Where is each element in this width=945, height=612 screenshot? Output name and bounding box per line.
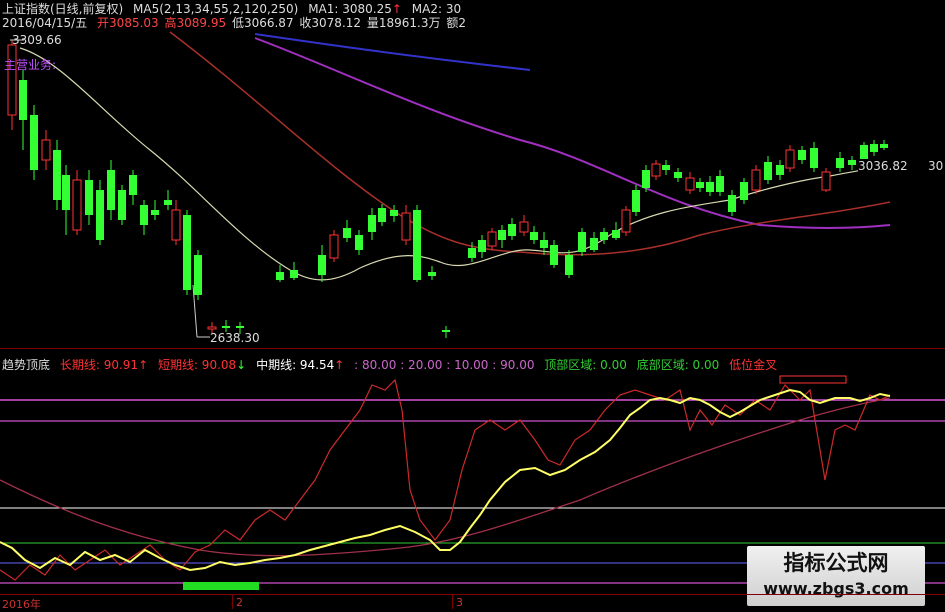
bottom-zone-marker	[183, 582, 259, 590]
candle-body	[880, 144, 888, 148]
right-cut-label: 30	[928, 159, 944, 173]
candle-body	[355, 235, 363, 250]
candle-body	[62, 175, 70, 210]
candle-body	[751, 169, 761, 191]
candle-body	[276, 272, 284, 280]
candle-body	[821, 171, 831, 191]
candle-body	[96, 190, 104, 240]
main-business-label[interactable]: 主营业务:	[4, 58, 56, 72]
low-mark-label: 2638.30	[210, 331, 260, 345]
candle-body	[685, 177, 695, 191]
candle-body	[85, 180, 93, 215]
candle-body	[236, 326, 244, 328]
candle-body	[329, 234, 339, 259]
candle-body	[468, 248, 476, 258]
candle-body	[194, 255, 202, 295]
candle-body	[478, 240, 486, 252]
price-chart-panel[interactable]: 上证指数(日线,前复权) MA5(2,13,34,55,2,120,250) M…	[0, 0, 945, 345]
candle-body	[642, 170, 650, 188]
candle-body	[716, 176, 724, 192]
candle-body	[107, 170, 115, 210]
candle-body	[508, 224, 516, 236]
candle-body	[7, 44, 17, 116]
candle-body	[706, 182, 714, 192]
candle-body	[848, 160, 856, 165]
ma-longest-line	[254, 33, 531, 71]
candle-body	[728, 195, 736, 212]
candle-body	[164, 200, 172, 205]
x-axis-label-feb: 2	[236, 596, 243, 609]
candle-body	[621, 209, 631, 233]
candle-body	[140, 205, 148, 225]
x-axis-tick-feb	[232, 595, 233, 609]
candle-body	[530, 232, 538, 240]
candle-body	[19, 80, 27, 120]
candle-body	[53, 150, 61, 200]
candle-body	[151, 210, 159, 215]
candle-body	[776, 165, 784, 175]
candle-body	[578, 232, 586, 252]
candle-body	[413, 210, 421, 280]
candle-body	[487, 231, 497, 247]
candle-body	[442, 330, 450, 332]
candle-body	[41, 139, 51, 161]
candle-body	[740, 182, 748, 200]
candle-body	[798, 150, 806, 160]
candle-body	[836, 158, 844, 168]
candle-body	[401, 212, 411, 241]
ma-short-line	[19, 47, 896, 281]
candle-body	[390, 210, 398, 216]
candle-body	[207, 326, 217, 330]
high-mark-label: 3309.66	[12, 33, 62, 47]
candle-body	[171, 209, 181, 241]
candle-body	[674, 172, 682, 178]
candle-body	[129, 175, 137, 195]
mid-line-path	[0, 397, 891, 557]
candle-body	[428, 272, 436, 276]
candle-body	[118, 190, 126, 220]
panel-divider	[0, 348, 945, 349]
candle-body	[343, 228, 351, 238]
candle-body	[612, 230, 620, 238]
x-axis-label-mar: 3	[456, 596, 463, 609]
candle-body	[540, 240, 548, 248]
candle-body	[696, 182, 704, 188]
price-chart-svg	[7, 31, 896, 338]
candle-body	[590, 238, 598, 250]
candle-body	[222, 326, 230, 328]
x-axis-tick-mar	[452, 595, 453, 609]
ma-long-line	[254, 37, 891, 230]
candle-body	[378, 208, 386, 222]
candle-body	[368, 215, 376, 232]
candle-body	[662, 165, 670, 170]
candle-body	[785, 149, 795, 169]
candle-body	[565, 255, 573, 275]
last-price-label: 3036.82	[858, 159, 908, 173]
candle-body	[764, 162, 772, 180]
candle-body	[550, 245, 558, 265]
candlestick-group	[7, 40, 888, 338]
candle-body	[600, 232, 608, 240]
candle-body	[183, 215, 191, 290]
watermark-line1: 指标公式网	[783, 551, 889, 575]
candle-body	[519, 221, 529, 233]
candle-body	[810, 148, 818, 168]
candle-body	[72, 179, 82, 231]
candle-body	[860, 145, 868, 160]
candle-body	[318, 255, 326, 275]
x-axis: 2016年 2 3	[0, 594, 945, 611]
candle-body	[290, 270, 298, 278]
candle-body	[651, 163, 661, 177]
candle-body	[632, 190, 640, 212]
candle-body	[870, 144, 878, 152]
x-axis-label-year: 2016年	[2, 598, 41, 611]
top-zone-marker	[779, 375, 847, 384]
candle-body	[498, 230, 506, 240]
candle-body	[30, 115, 38, 170]
